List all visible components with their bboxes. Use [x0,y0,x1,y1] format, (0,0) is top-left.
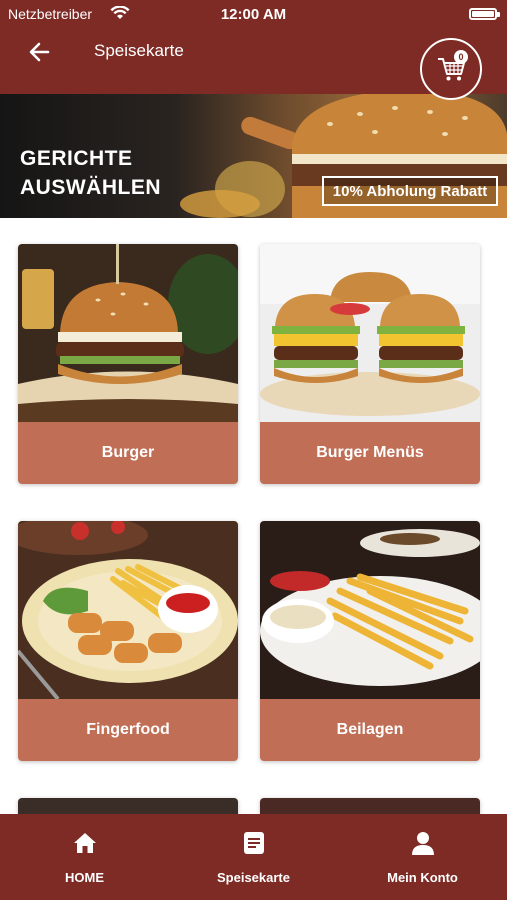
menu-list-icon [243,832,264,854]
category-label: Beilagen [260,699,480,761]
beilagen-image [260,521,480,699]
category-grid: Burger Burger Menüs Fingerfood Beilagen [10,230,496,820]
nav-mein-konto[interactable]: Mein Konto [338,814,507,900]
banner-headline-line1: GERICHTE [20,147,133,170]
nav-speisekarte-label: Speisekarte [217,870,290,885]
nav-home-label: HOME [65,870,104,885]
discount-badge: 10% Abholung Rabatt [322,176,498,206]
burger-image [18,244,238,422]
fingerfood-image [18,521,238,699]
nav-speisekarte[interactable]: Speisekarte [169,814,338,900]
user-icon [411,832,434,855]
category-label: Burger [18,422,238,484]
status-bar: Netzbetreiber 12:00 AM [0,4,507,24]
category-label: Fingerfood [18,699,238,761]
cart-count-badge: 0 [454,50,468,64]
burger-menus-image [260,244,480,422]
page-title: Speisekarte [94,41,184,60]
battery-icon [469,8,500,20]
banner-headline: GERICHTE AUSWÄHLEN [20,144,161,202]
category-label: Burger Menüs [260,422,480,484]
category-card-burger-menus[interactable]: Burger Menüs [260,244,480,484]
clock: 12:00 AM [220,6,287,23]
bottom-navigation: HOME Speisekarte Mein Konto [0,814,507,900]
category-card-fingerfood[interactable]: Fingerfood [18,521,238,761]
nav-mein-konto-label: Mein Konto [387,870,458,885]
back-button[interactable] [26,38,54,66]
cart-button[interactable]: 0 [420,38,482,100]
promo-banner: GERICHTE AUSWÄHLEN 10% Abholung Rabatt [0,94,507,218]
app-header: Netzbetreiber 12:00 AM Speisekarte 0 [0,0,507,100]
arrow-left-icon [29,42,50,62]
nav-home[interactable]: HOME [0,814,169,900]
category-card-burger[interactable]: Burger [18,244,238,484]
banner-headline-line2: AUSWÄHLEN [20,176,161,199]
category-card-beilagen[interactable]: Beilagen [260,521,480,761]
home-icon [73,833,96,853]
